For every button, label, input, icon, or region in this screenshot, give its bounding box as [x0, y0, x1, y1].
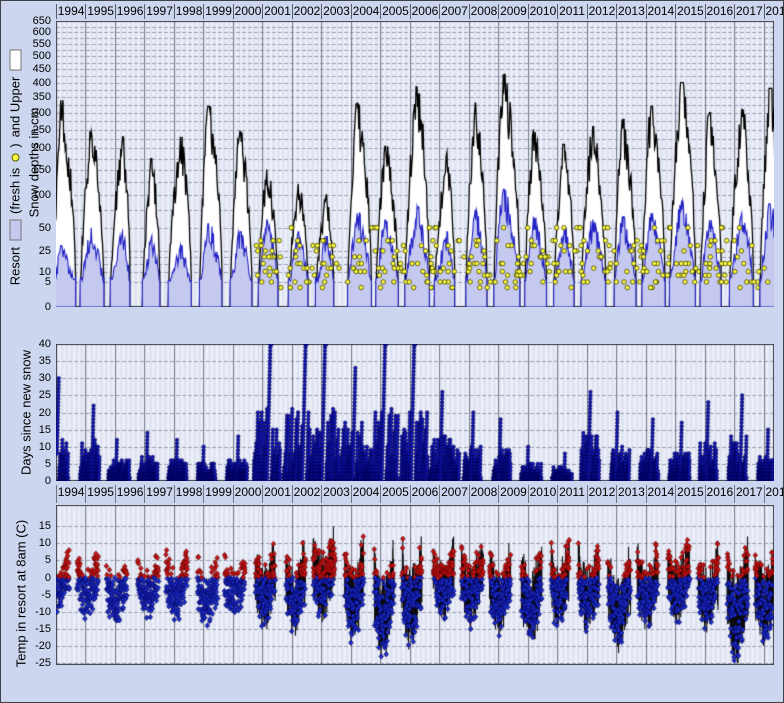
year-label: 2000: [235, 485, 262, 499]
year-label: 2000: [235, 4, 262, 18]
y-tick-label: 35: [39, 355, 51, 367]
year-label: 2003: [323, 4, 350, 18]
year-label: 1998: [176, 485, 203, 499]
upper-label: and Upper: [8, 77, 23, 138]
year-label: 1996: [117, 485, 144, 499]
snow-depth-axis-legend: Resort (fresh is ) and Upper: [7, 23, 24, 313]
year-label: 2013: [618, 4, 645, 18]
year-label: 1997: [146, 485, 173, 499]
temperature-label: Temp in resort at 8am (C): [13, 496, 30, 692]
year-label: 2014: [648, 4, 675, 18]
year-label: 1996: [117, 4, 144, 18]
snow-depth-canvas: [56, 21, 774, 307]
year-label: 2011: [559, 485, 585, 499]
y-tick-label: 5: [45, 276, 51, 288]
year-label: 2011: [559, 4, 585, 18]
y-tick-label: 0: [45, 301, 51, 313]
year-label: 2017: [736, 4, 763, 18]
year-label: 2018: [766, 4, 784, 18]
y-tick-label: 10: [39, 537, 51, 549]
mid-year-axis: 1994199519961997199819992000200120022003…: [56, 484, 784, 503]
year-label: 2014: [648, 485, 675, 499]
fresh-label-suffix: ): [8, 143, 23, 147]
top-year-axis: 1994199519961997199819992000200120022003…: [56, 3, 784, 20]
year-label: 2005: [382, 485, 409, 499]
resort-swatch-icon: [9, 220, 21, 241]
year-label: 1995: [87, 4, 114, 18]
fresh-snow-marker-icon: [11, 154, 19, 162]
year-label: 2006: [412, 485, 439, 499]
year-label: 2002: [294, 485, 321, 499]
y-tick-label: 450: [33, 63, 51, 75]
year-label: 2012: [589, 485, 616, 499]
year-label: 2010: [530, 4, 557, 18]
y-tick-label: 40: [39, 338, 51, 350]
year-label: 2016: [707, 485, 734, 499]
year-label: 1999: [205, 4, 232, 18]
year-label: 2002: [294, 4, 321, 18]
temperature-canvas: [56, 505, 774, 665]
year-label: 1998: [176, 4, 203, 18]
year-label: 2018: [766, 485, 784, 499]
year-label: 2017: [736, 485, 763, 499]
year-label: 1995: [87, 485, 114, 499]
y-tick-label: 0: [45, 572, 51, 584]
y-tick-label: 25: [39, 245, 51, 257]
days-since-snow-label: Days since new snow: [18, 332, 35, 494]
year-label: 2008: [471, 4, 498, 18]
year-label: 2005: [382, 4, 409, 18]
year-label: 2007: [441, 485, 468, 499]
year-label: 2004: [353, 4, 380, 18]
y-tick-label: 0: [45, 475, 51, 487]
y-tick-label: 600: [33, 26, 51, 38]
year-label: 2001: [264, 485, 291, 499]
year-label: 2015: [677, 485, 704, 499]
y-tick-label: 5: [45, 554, 51, 566]
year-label: 2008: [471, 485, 498, 499]
year-label: 2016: [707, 4, 734, 18]
y-tick-label: 30: [39, 372, 51, 384]
y-tick-label: 10: [39, 441, 51, 453]
y-tick-label: 25: [39, 389, 51, 401]
year-label: 2010: [530, 485, 557, 499]
fresh-label-prefix: (fresh is: [8, 168, 23, 214]
year-label: 2003: [323, 485, 350, 499]
year-label: 2015: [677, 4, 704, 18]
y-tick-label: 650: [33, 15, 51, 27]
year-label: 1999: [205, 485, 232, 499]
y-tick-label: -15: [35, 623, 51, 635]
snow-history-chart: 1994199519961997199819992000200120022003…: [0, 0, 784, 703]
year-label: 2012: [589, 4, 616, 18]
year-label: 1994: [58, 4, 85, 18]
y-tick-label: 5: [45, 458, 51, 470]
y-tick-label: 20: [39, 407, 51, 419]
days-since-snow-canvas: [56, 344, 774, 481]
year-label: 2004: [353, 485, 380, 499]
year-label: 2001: [264, 4, 291, 18]
resort-label: Resort: [8, 247, 23, 285]
y-tick-label: 15: [39, 424, 51, 436]
year-label: 2009: [500, 485, 527, 499]
upper-swatch-icon: [9, 50, 21, 71]
y-tick-label: -10: [35, 606, 51, 618]
y-tick-label: -20: [35, 640, 51, 652]
snow-depth-unit-label: Snow depths in cm: [26, 87, 43, 239]
year-label: 1997: [146, 4, 173, 18]
y-tick-label: -5: [41, 589, 51, 601]
y-tick-label: -25: [35, 657, 51, 669]
year-label: 2006: [412, 4, 439, 18]
y-tick-label: 500: [33, 50, 51, 62]
year-label: 2007: [441, 4, 468, 18]
year-label: 1994: [58, 485, 85, 499]
year-label: 2013: [618, 485, 645, 499]
y-tick-label: 15: [39, 520, 51, 532]
year-label: 2009: [500, 4, 527, 18]
y-tick-label: 550: [33, 38, 51, 50]
